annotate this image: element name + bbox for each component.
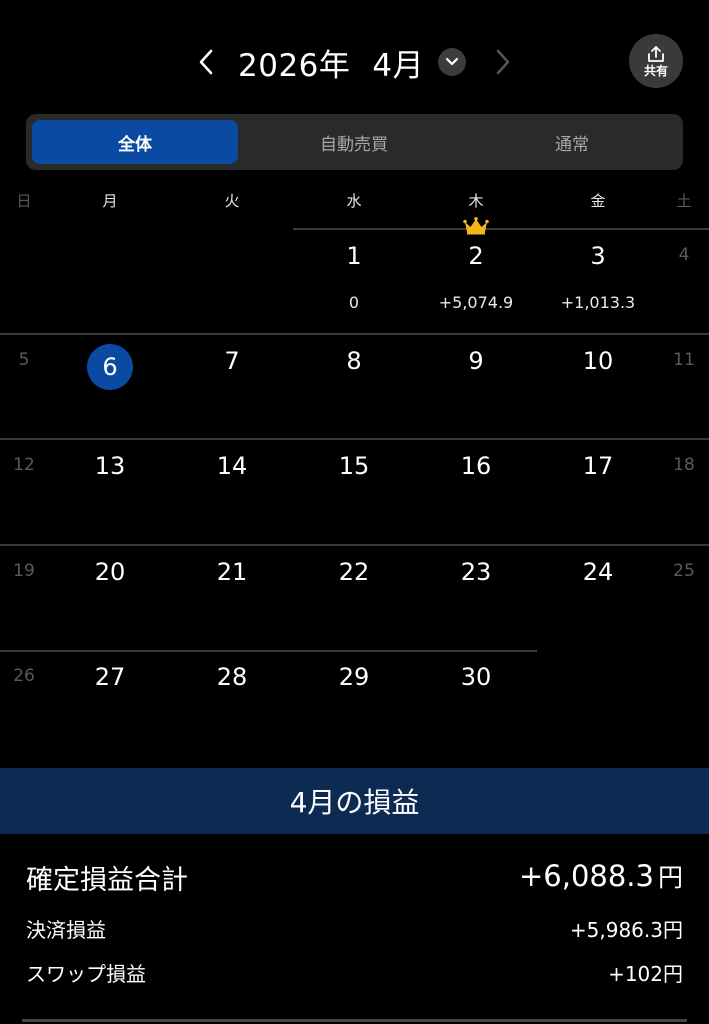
chevron-right-icon [496,49,510,75]
day-number: 21 [216,558,248,586]
today-indicator: 6 [87,344,133,390]
day-number: 9 [468,347,484,375]
swap-pl-value: +102円 [608,962,683,986]
day-number: 2 [468,242,484,270]
day-number: 7 [224,347,240,375]
day-number: 8 [346,347,362,375]
month-header: 2026年 4月 共有 [0,28,709,98]
weekday-fri: 金 [590,192,606,210]
weekday-wed: 水 [346,192,362,210]
day-number: 29 [338,663,370,691]
trade-type-tabs: 全体 自動売買 通常 [26,114,683,170]
daily-pl-value: 0 [348,293,360,312]
share-button[interactable]: 共有 [629,34,683,88]
tab-normal[interactable]: 通常 [466,120,678,164]
day-number: 27 [94,663,126,691]
weekday-tue: 火 [224,192,240,210]
next-month-button[interactable] [487,42,519,82]
swap-pl-label: スワップ損益 [26,962,146,986]
total-pl-currency: 円 [657,863,683,892]
total-pl-value: +6,088.3 円 [519,858,683,894]
weekday-sat: 土 [676,192,692,210]
chevron-left-icon [199,49,213,75]
weekday-sun: 日 [16,192,32,210]
month-title: 2026年 4月 [238,38,424,86]
weekday-thu: 木 [468,192,484,210]
day-number: 13 [94,452,126,480]
day-number: 14 [216,452,248,480]
month-picker-button[interactable] [438,48,466,76]
day-number: 25 [673,561,695,581]
settlement-pl-label: 決済損益 [26,918,106,942]
tab-auto-trading[interactable]: 自動売買 [248,120,460,164]
day-number: 4 [678,245,690,265]
day-number: 20 [94,558,126,586]
day-number: 18 [673,455,695,475]
monthly-pl-title: 4月の損益 [0,768,709,834]
daily-pl-value: +5,074.9 [438,293,514,312]
day-number: 23 [460,558,492,586]
weekday-header: 日 月 火 水 木 金 土 [0,190,709,218]
share-label: 共有 [643,63,668,78]
day-number: 1 [346,242,362,270]
total-pl-label: 確定損益合計 [26,865,188,896]
day-number: 28 [216,663,248,691]
chevron-down-icon [445,57,459,66]
settlement-pl-value: +5,986.3円 [569,918,683,942]
share-icon [648,45,664,62]
day-number: 22 [338,558,370,586]
total-pl-amount: +6,088.3 [518,859,654,893]
day-number: 11 [673,350,695,370]
previous-month-button[interactable] [190,42,222,82]
tab-all[interactable]: 全体 [32,120,238,164]
day-number: 15 [338,452,370,480]
divider [22,1019,687,1022]
year-label: 2026年 [238,47,351,84]
month-label: 4月 [372,47,425,84]
crown-icon [463,217,489,235]
weekday-mon: 月 [102,192,118,210]
day-number: 30 [460,663,492,691]
day-number: 16 [460,452,492,480]
